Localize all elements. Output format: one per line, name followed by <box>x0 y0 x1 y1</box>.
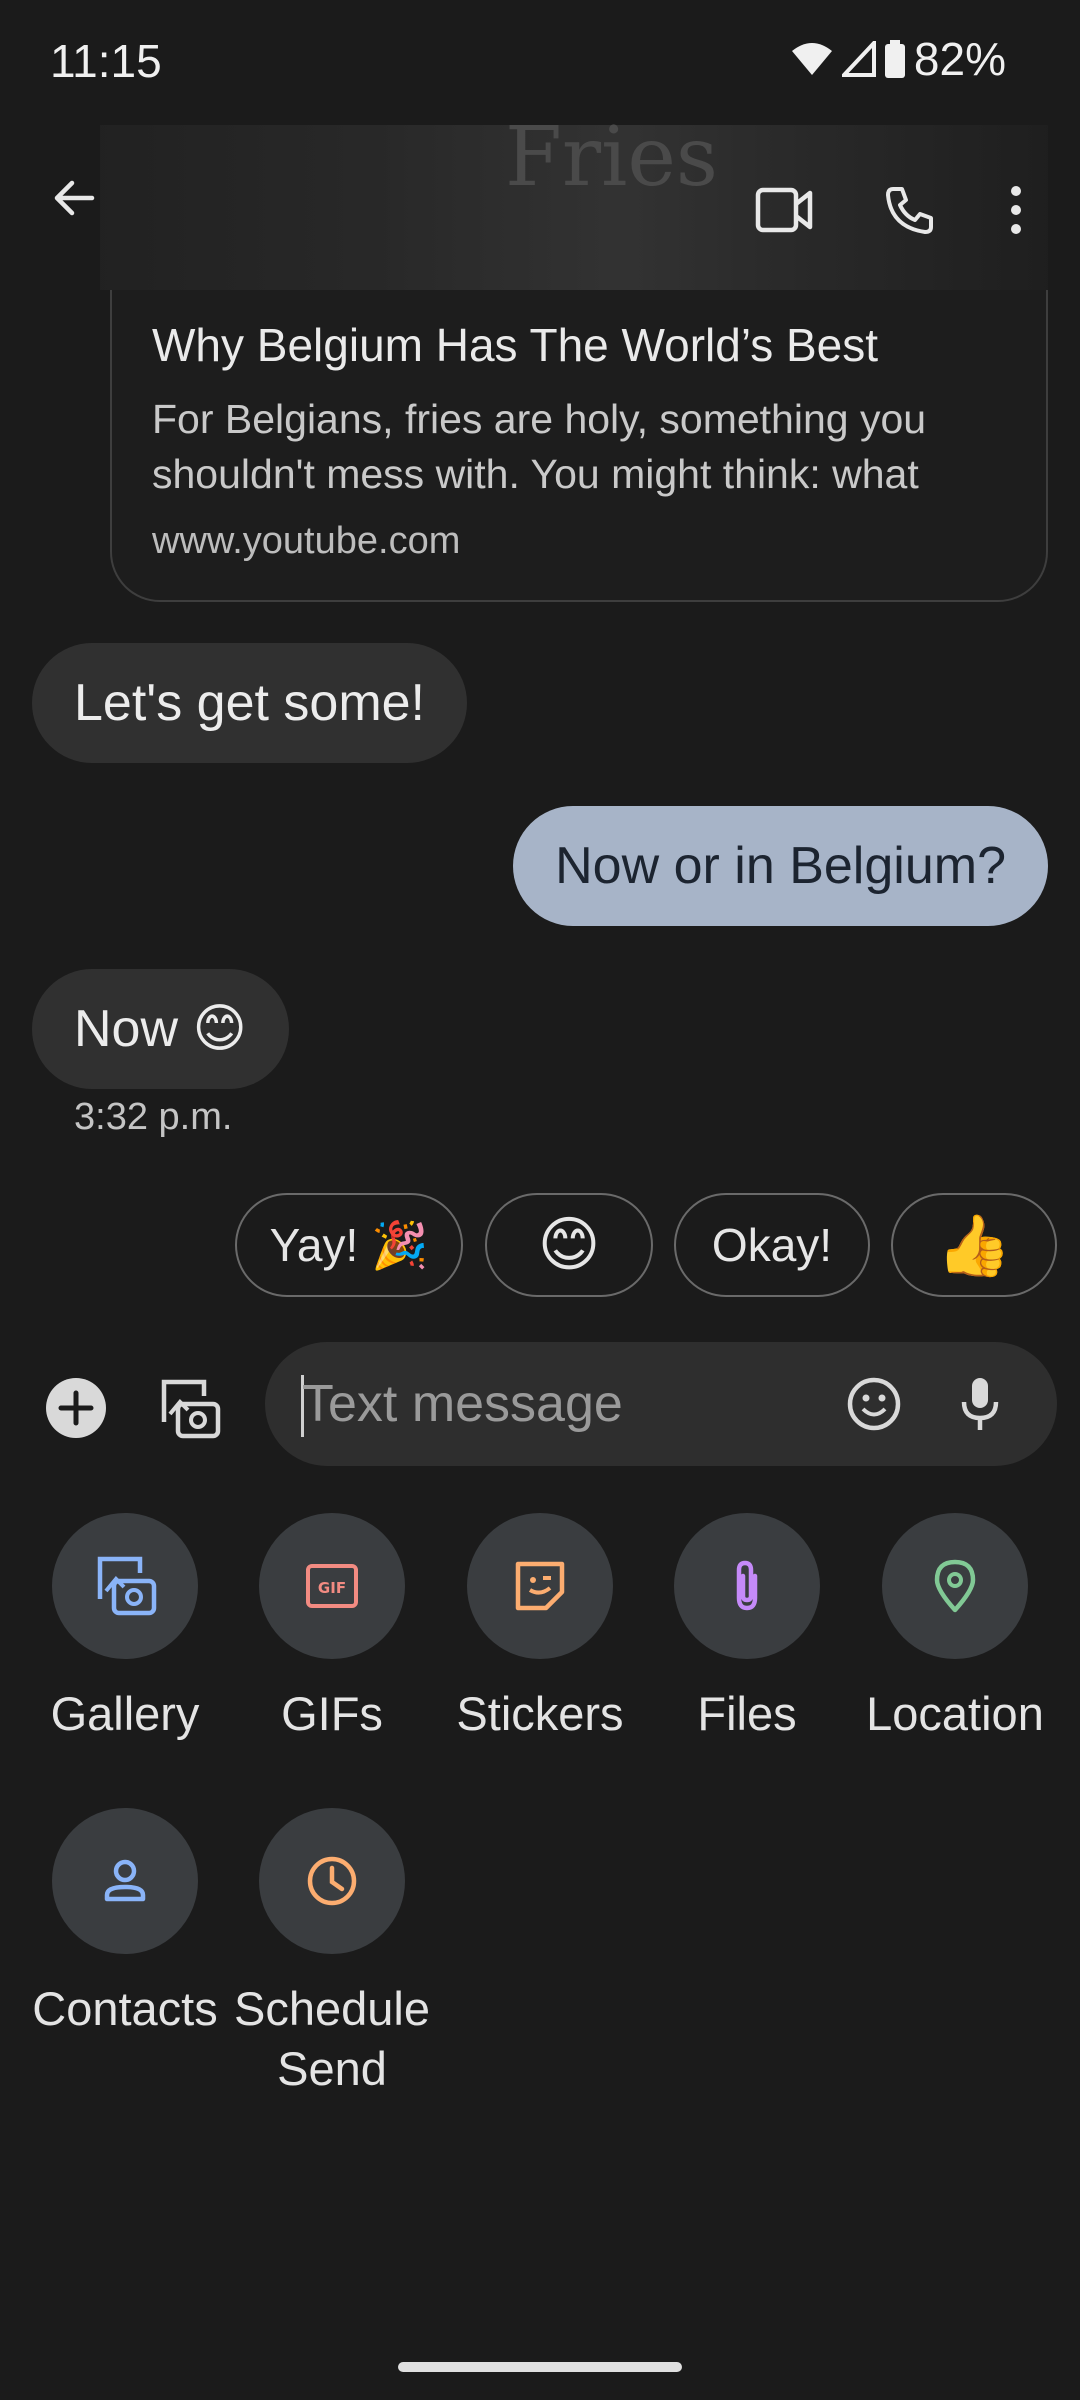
voice-call-button[interactable] <box>872 172 948 248</box>
emoji-icon <box>847 1377 901 1431</box>
link-preview-description: For Belgians, fries are holy, something … <box>152 396 927 497</box>
attach-location-button[interactable] <box>882 1513 1028 1659</box>
gif-icon: GIF <box>306 1564 358 1608</box>
smart-reply-chip[interactable]: 👍 <box>891 1193 1057 1297</box>
message-text: Now 😊 <box>74 1000 247 1058</box>
attach-circle <box>259 1808 405 1954</box>
attach-circle: GIF <box>259 1513 405 1659</box>
battery-icon <box>884 40 905 78</box>
header-background-text: Fries <box>505 110 718 205</box>
link-preview-title: Why Belgium Has The World’s Best <box>152 319 879 371</box>
attach-circle <box>52 1808 198 1954</box>
text-message-input[interactable]: Text message <box>302 1374 623 1434</box>
attach-schedule-send-label: Schedule Send <box>234 1982 430 2095</box>
smart-reply-label: 😊 <box>537 1211 601 1278</box>
clock-icon <box>307 1856 357 1906</box>
video-camera-icon <box>755 187 813 233</box>
message-text: Let's get some! <box>74 674 425 732</box>
sticker-icon <box>515 1561 565 1611</box>
attach-stickers-button[interactable] <box>467 1513 613 1659</box>
more-options-button[interactable] <box>986 172 1046 248</box>
attach-contacts-button[interactable] <box>52 1808 198 1954</box>
link-preview-domain: www.youtube.com <box>152 520 461 562</box>
video-call-button[interactable] <box>746 172 822 248</box>
attach-circle <box>882 1513 1028 1659</box>
status-time: 11:15 <box>50 35 162 87</box>
attach-gifs-button[interactable]: GIF <box>259 1513 405 1659</box>
attach-location-label: Location <box>866 1687 1044 1740</box>
attach-files-button[interactable] <box>674 1513 820 1659</box>
cell-signal-icon <box>841 41 876 77</box>
plus-circle-icon <box>46 1378 106 1438</box>
message-bubble-outgoing[interactable]: Now or in Belgium? <box>513 806 1048 926</box>
gallery-icon <box>97 1556 157 1616</box>
battery-percent: 82% <box>913 33 1006 85</box>
attach-gallery-button[interactable] <box>52 1513 198 1659</box>
emoji-button[interactable] <box>836 1366 912 1442</box>
smart-reply-chip[interactable]: Okay! <box>674 1193 870 1297</box>
smart-reply-chip[interactable]: Yay! 🎉 <box>235 1193 463 1297</box>
message-bubble-incoming[interactable]: Now 😊 <box>32 969 289 1089</box>
smart-reply-label: Yay! 🎉 <box>269 1218 429 1271</box>
attach-circle <box>52 1513 198 1659</box>
smart-reply-label: Okay! <box>711 1219 833 1271</box>
phone-icon <box>886 187 933 234</box>
attach-circle <box>674 1513 820 1659</box>
message-bubble-incoming[interactable]: Let's get some! <box>32 643 467 763</box>
back-button[interactable] <box>36 160 112 236</box>
message-timestamp: 3:32 p.m. <box>74 1096 233 1138</box>
home-indicator[interactable] <box>398 2362 682 2372</box>
location-pin-icon <box>934 1559 976 1613</box>
status-icons: 82% <box>790 32 1006 86</box>
gallery-camera-icon <box>161 1379 221 1439</box>
gallery-camera-button[interactable] <box>148 1368 228 1448</box>
paperclip-icon <box>736 1560 758 1611</box>
smart-reply-label: 👍 <box>936 1211 1012 1279</box>
wifi-icon <box>791 43 832 75</box>
smart-reply-chip[interactable]: 😊 <box>485 1193 653 1297</box>
attach-schedule-send-button[interactable] <box>259 1808 405 1954</box>
svg-text:GIF: GIF <box>318 1579 346 1597</box>
microphone-icon <box>961 1378 999 1430</box>
attach-circle <box>467 1513 613 1659</box>
message-text: Now or in Belgium? <box>555 837 1006 895</box>
add-attachment-button[interactable] <box>38 1370 114 1446</box>
person-icon <box>104 1859 146 1902</box>
voice-input-button[interactable] <box>942 1366 1018 1442</box>
arrow-back-icon <box>54 180 95 216</box>
more-vertical-icon <box>1011 186 1021 234</box>
